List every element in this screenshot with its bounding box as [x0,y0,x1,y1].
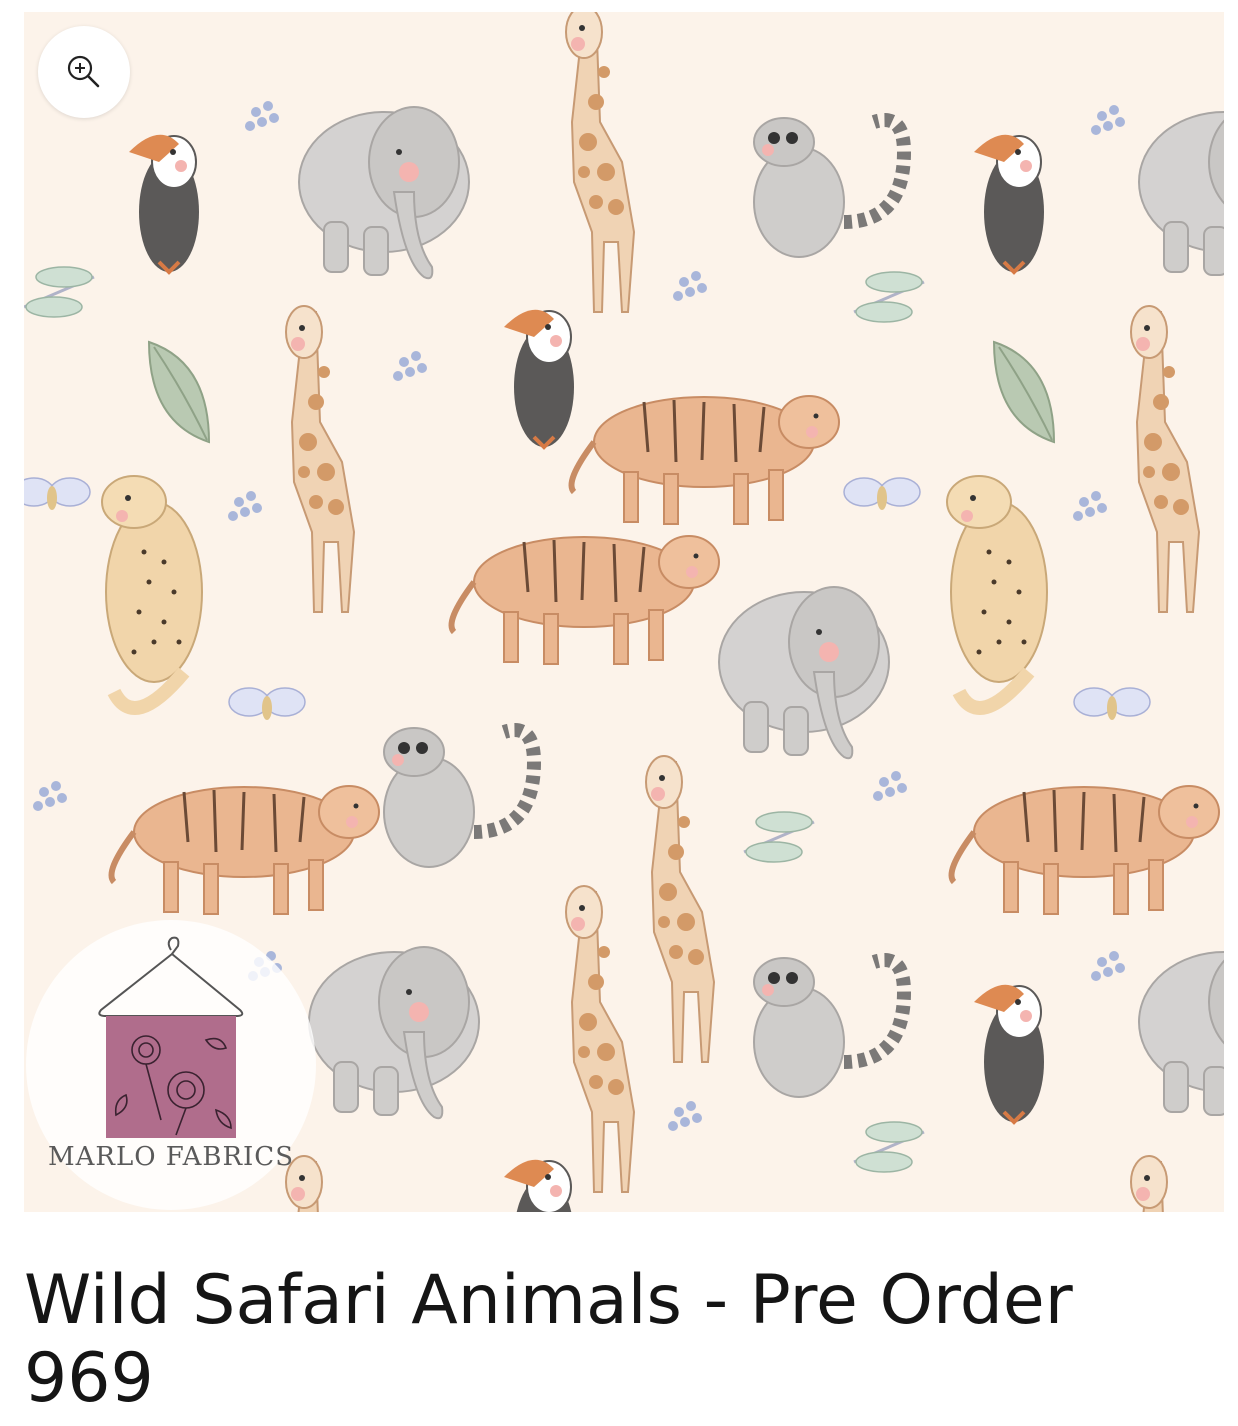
zoom-button[interactable] [38,26,130,118]
hanger-icon [98,936,244,1138]
brand-name: MARLO FABRICS [47,1142,295,1172]
product-title: Wild Safari Animals - Pre Order 969 [24,1261,1073,1418]
zoom-in-icon [67,55,100,88]
product-page: MARLO FABRICS Wild Safari Animals - Pre … [0,0,1238,1426]
brand-logo-swatch [106,1016,236,1138]
brand-logo: MARLO FABRICS [26,920,316,1210]
